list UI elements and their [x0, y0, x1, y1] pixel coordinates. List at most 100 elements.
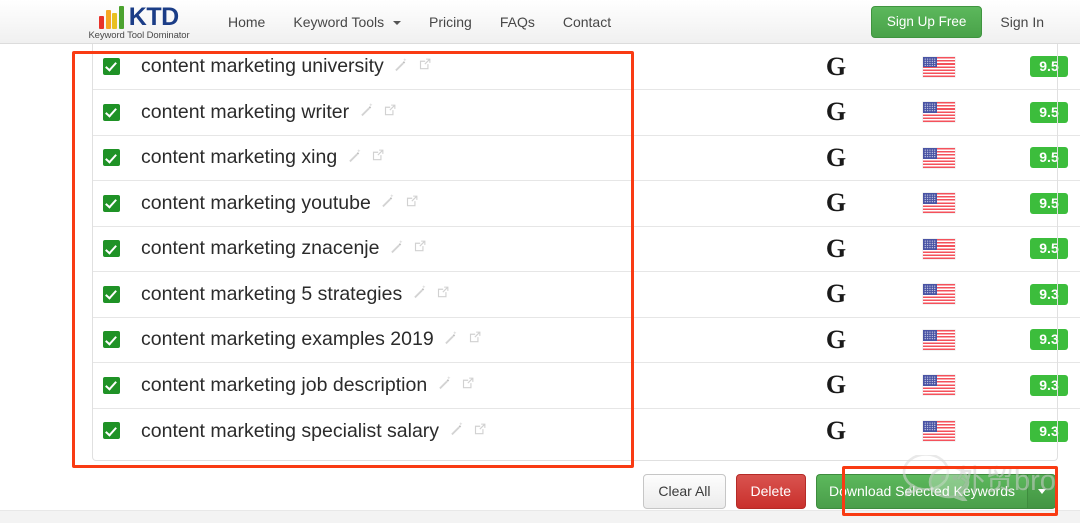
country-cell — [891, 316, 986, 363]
nav-item-home[interactable]: Home — [214, 0, 279, 44]
external-link-icon[interactable] — [473, 422, 487, 441]
checkbox-checked-icon[interactable] — [103, 149, 120, 167]
brand-logo[interactable]: KTD Keyword Tool Dominator — [79, 4, 199, 42]
checkbox-checked-icon[interactable] — [103, 240, 120, 258]
sign-up-free-button[interactable]: Sign Up Free — [870, 6, 983, 38]
checkbox-checked-icon[interactable] — [103, 194, 120, 212]
keyword-results-table: content marketing university G 9.5 conte… — [93, 44, 1080, 454]
magic-wand-icon[interactable] — [359, 102, 374, 122]
row-select-cell[interactable] — [93, 44, 141, 90]
external-link-icon[interactable] — [468, 330, 482, 349]
checkbox-checked-icon[interactable] — [103, 376, 120, 394]
keyword-results-table-wrapper: content marketing university G 9.5 conte… — [93, 44, 1080, 461]
external-link-icon[interactable] — [383, 103, 397, 122]
external-link-icon[interactable] — [418, 57, 432, 76]
google-g-icon: G — [825, 370, 847, 400]
country-cell — [891, 180, 986, 226]
nav-item-keyword-tools-label: Keyword Tools — [293, 14, 385, 30]
magic-wand-icon[interactable] — [437, 375, 452, 395]
table-row[interactable]: content marketing specialist salary G 9.… — [93, 407, 1080, 454]
keyword-text: content marketing writer — [141, 100, 350, 123]
row-select-cell[interactable] — [93, 89, 141, 135]
page-root: KTD Keyword Tool Dominator Home Keyword … — [0, 0, 1080, 523]
external-link-icon[interactable] — [405, 194, 419, 213]
checkbox-checked-icon[interactable] — [103, 57, 120, 75]
country-cell — [891, 134, 986, 181]
clear-all-button[interactable]: Clear All — [643, 474, 726, 509]
external-link-icon[interactable] — [413, 239, 427, 258]
magic-wand-icon[interactable] — [347, 148, 362, 168]
external-link-icon[interactable] — [436, 285, 450, 304]
download-selected-keywords-button[interactable]: Download Selected Keywords — [816, 474, 1027, 509]
score-cell: 9.3 — [986, 362, 1080, 408]
search-engine-cell: G — [781, 134, 891, 181]
score-badge: 9.5 — [1030, 238, 1068, 260]
bar-chart-icon — [99, 6, 124, 29]
checkbox-checked-icon[interactable] — [103, 285, 120, 303]
google-g-icon: G — [825, 97, 847, 127]
score-badge: 9.3 — [1030, 374, 1068, 396]
magic-wand-icon[interactable] — [393, 57, 408, 77]
download-dropdown-toggle[interactable] — [1027, 474, 1056, 509]
search-engine-cell: G — [781, 407, 891, 454]
country-cell — [891, 362, 986, 408]
checkbox-checked-icon[interactable] — [103, 331, 120, 349]
magic-wand-icon[interactable] — [389, 239, 404, 259]
table-row[interactable]: content marketing university G 9.5 — [93, 44, 1080, 90]
table-row[interactable]: content marketing znacenje G 9.5 — [93, 225, 1080, 272]
table-row[interactable]: content marketing youtube G 9.5 — [93, 180, 1080, 226]
site-header: KTD Keyword Tool Dominator Home Keyword … — [0, 0, 1080, 44]
score-badge: 9.3 — [1030, 420, 1068, 442]
country-cell — [891, 225, 986, 272]
table-row[interactable]: content marketing examples 2019 G 9.3 — [93, 316, 1080, 363]
row-select-cell[interactable] — [93, 134, 141, 181]
nav-item-pricing[interactable]: Pricing — [415, 0, 486, 44]
google-g-icon: G — [825, 324, 847, 354]
table-row[interactable]: content marketing 5 strategies G 9.3 — [93, 271, 1080, 317]
keyword-cell: content marketing 5 strategies — [141, 271, 781, 317]
main-navigation: Home Keyword Tools Pricing FAQs Contact — [214, 0, 625, 44]
keyword-cell: content marketing university — [141, 44, 781, 90]
chevron-down-icon — [1037, 489, 1046, 494]
google-g-icon: G — [825, 51, 847, 81]
row-select-cell[interactable] — [93, 180, 141, 226]
keyword-text: content marketing znacenje — [141, 237, 380, 260]
table-row[interactable]: content marketing job description G 9.3 — [93, 362, 1080, 408]
delete-button[interactable]: Delete — [735, 474, 806, 509]
row-select-cell[interactable] — [93, 407, 141, 454]
nav-item-contact[interactable]: Contact — [549, 0, 625, 44]
search-engine-cell: G — [781, 225, 891, 272]
score-badge: 9.3 — [1030, 283, 1068, 305]
us-flag-icon — [922, 329, 955, 350]
row-select-cell[interactable] — [93, 316, 141, 363]
sign-in-link[interactable]: Sign In — [986, 0, 1058, 44]
external-link-icon[interactable] — [461, 376, 475, 395]
us-flag-icon — [922, 284, 955, 305]
magic-wand-icon[interactable] — [443, 330, 458, 350]
us-flag-icon — [922, 375, 955, 396]
row-select-cell[interactable] — [93, 271, 141, 317]
search-engine-cell: G — [781, 44, 891, 90]
magic-wand-icon[interactable] — [380, 193, 395, 213]
magic-wand-icon[interactable] — [412, 284, 427, 304]
table-row[interactable]: content marketing writer G 9.5 — [93, 89, 1080, 135]
us-flag-icon — [922, 238, 955, 259]
checkbox-checked-icon[interactable] — [103, 103, 120, 121]
nav-item-keyword-tools[interactable]: Keyword Tools — [279, 0, 415, 44]
keyword-text: content marketing xing — [141, 146, 338, 169]
score-badge: 9.5 — [1030, 192, 1068, 214]
keyword-text: content marketing examples 2019 — [141, 328, 434, 351]
score-cell: 9.5 — [986, 225, 1080, 272]
external-link-icon[interactable] — [371, 148, 385, 167]
checkbox-checked-icon[interactable] — [103, 422, 120, 440]
row-select-cell[interactable] — [93, 225, 141, 272]
keyword-cell: content marketing znacenje — [141, 225, 781, 272]
magic-wand-icon[interactable] — [449, 421, 464, 441]
google-g-icon: G — [825, 233, 847, 263]
us-flag-icon — [922, 56, 955, 77]
nav-item-faqs[interactable]: FAQs — [486, 0, 549, 44]
country-cell — [891, 44, 986, 90]
row-select-cell[interactable] — [93, 362, 141, 408]
search-engine-cell: G — [781, 362, 891, 408]
table-row[interactable]: content marketing xing G 9.5 — [93, 134, 1080, 181]
